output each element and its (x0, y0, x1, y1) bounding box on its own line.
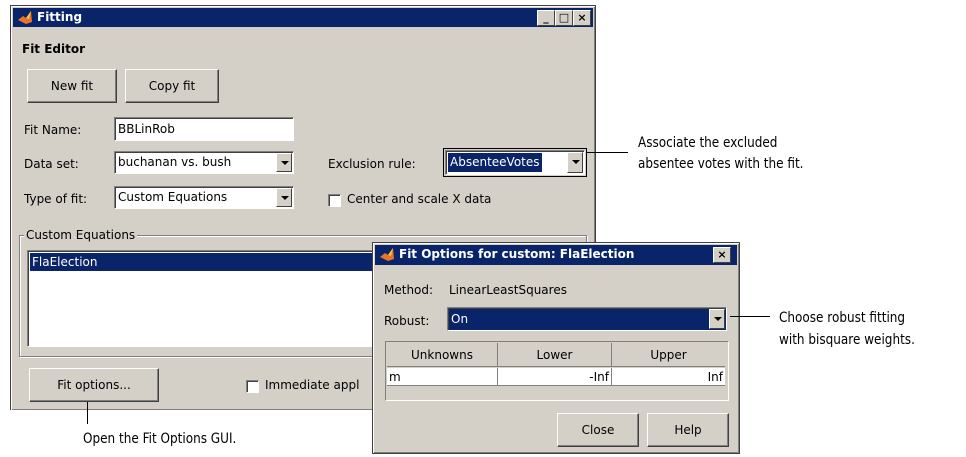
robust-callout-line (730, 316, 770, 317)
table-header-unknowns[interactable]: Unknowns (387, 343, 498, 367)
robust-value: On (451, 312, 469, 326)
data-set-select[interactable]: buchanan vs. bush (114, 151, 294, 174)
method-value: LinearLeastSquares (449, 283, 567, 297)
close-label: Close (581, 423, 615, 437)
immediate-apply-checkbox[interactable] (246, 380, 259, 393)
fit-options-button[interactable]: Fit options... (29, 368, 159, 402)
chevron-down-icon[interactable] (276, 153, 292, 172)
robust-label: Robust: (384, 314, 430, 328)
robust-select[interactable]: On (447, 307, 727, 331)
center-scale-label: Center and scale X data (347, 192, 492, 206)
robust-annotation-line2: with bisquare weights. (779, 332, 915, 348)
chevron-down-icon[interactable] (567, 152, 583, 173)
exclusion-annotation-line1: Associate the excluded (638, 135, 778, 151)
table-cell-lower[interactable]: -Inf (498, 368, 612, 386)
exclusion-callout-line (586, 152, 628, 153)
type-of-fit-label: Type of fit: (24, 192, 88, 206)
fit-name-label: Fit Name: (24, 123, 82, 137)
table-cell-unknown[interactable]: m (387, 368, 498, 386)
copy-fit-label: Copy fit (148, 79, 196, 93)
fit-options-label: Fit options... (57, 378, 131, 392)
exclusion-rule-label: Exclusion rule: (328, 157, 416, 171)
fitting-title-bar[interactable]: Fitting _ □ × (13, 8, 593, 27)
fit-options-annotation: Open the Fit Options GUI. (83, 431, 237, 447)
matlab-logo-icon (380, 248, 394, 261)
type-of-fit-value: Custom Equations (118, 190, 228, 204)
center-scale-checkbox[interactable] (328, 194, 341, 207)
robust-annotation-line1: Choose robust fitting (779, 310, 906, 326)
fit-options-callout-line (87, 402, 88, 424)
table-header-upper[interactable]: Upper (612, 343, 725, 367)
new-fit-button[interactable]: New fit (27, 69, 117, 103)
dialog-title: Fit Options for custom: FlaElection (399, 247, 635, 261)
copy-fit-button[interactable]: Copy fit (125, 69, 219, 103)
exclusion-rule-select[interactable]: AbsenteeVotes (443, 148, 587, 177)
table-header-lower[interactable]: Lower (498, 343, 612, 367)
fit-options-dialog: Fit Options for custom: FlaElection × Me… (372, 242, 740, 454)
maximize-button[interactable]: □ (555, 10, 573, 26)
help-button[interactable]: Help (647, 413, 729, 447)
type-of-fit-select[interactable]: Custom Equations (114, 186, 294, 209)
help-label: Help (674, 423, 702, 437)
data-set-value: buchanan vs. bush (118, 155, 232, 169)
immediate-apply-label: Immediate appl (265, 378, 360, 392)
exclusion-annotation-line2: absentee votes with the fit. (638, 156, 804, 172)
close-window-button[interactable]: × (573, 10, 591, 26)
chevron-down-icon[interactable] (276, 188, 292, 207)
minimize-button[interactable]: _ (537, 10, 555, 26)
new-fit-label: New fit (50, 79, 94, 93)
exclusion-rule-value: AbsenteeVotes (448, 153, 542, 172)
data-set-label: Data set: (24, 157, 79, 171)
method-label: Method: (384, 283, 434, 297)
section-title: Fit Editor (22, 42, 86, 56)
custom-equations-label: Custom Equations (24, 228, 138, 242)
close-icon[interactable]: × (713, 247, 731, 263)
coefficients-table: Unknowns Lower Upper m -Inf Inf (385, 341, 729, 401)
table-cell-upper[interactable]: Inf (612, 368, 725, 386)
close-button[interactable]: Close (557, 413, 639, 447)
matlab-logo-icon (18, 11, 32, 24)
dialog-title-bar[interactable]: Fit Options for custom: FlaElection × (375, 245, 737, 265)
chevron-down-icon[interactable] (709, 309, 725, 329)
fit-name-input[interactable]: BBLinRob (114, 117, 294, 141)
window-title: Fitting (37, 10, 83, 24)
